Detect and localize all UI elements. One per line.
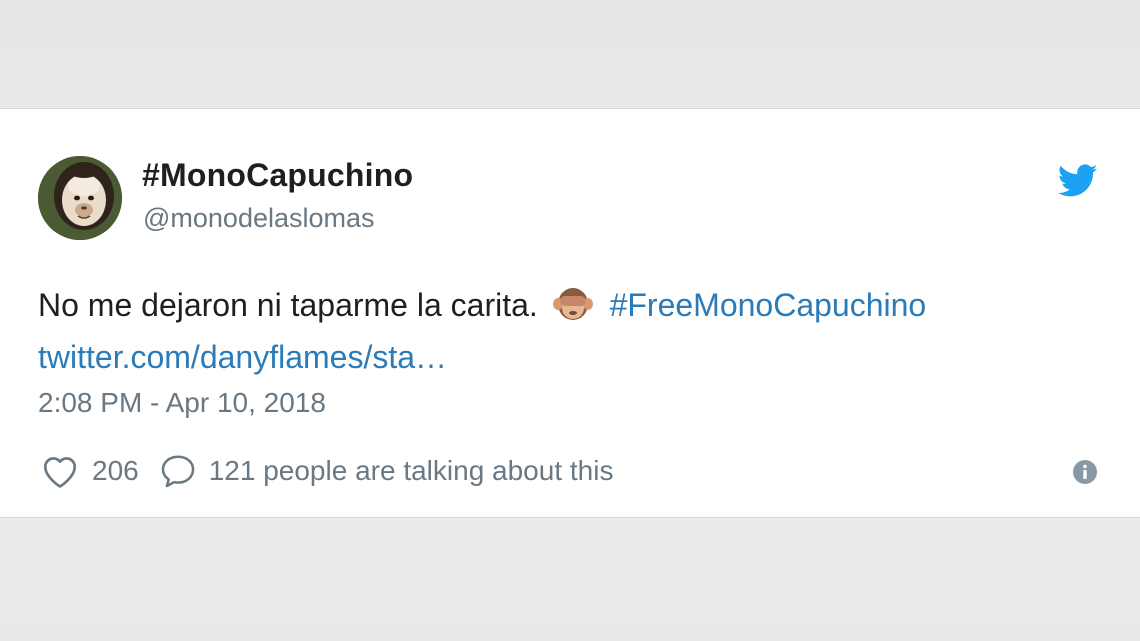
like-count: 206 bbox=[92, 455, 139, 486]
hashtag-link[interactable]: #FreeMonoCapuchino bbox=[610, 287, 927, 323]
like-button[interactable]: 206 bbox=[40, 453, 159, 489]
tweet-actions: 206 121 people are talking about this bbox=[40, 451, 613, 491]
tweet-timestamp[interactable]: 2:08 PM - Apr 10, 2018 bbox=[38, 387, 326, 419]
speech-bubble-icon bbox=[161, 455, 195, 488]
heart-icon bbox=[43, 457, 77, 488]
reply-button[interactable]: 121 people are talking about this bbox=[159, 453, 614, 489]
reply-count-text: 121 people are talking about this bbox=[208, 455, 614, 486]
see-no-evil-monkey-icon bbox=[551, 285, 595, 321]
twitter-bird-icon[interactable] bbox=[1057, 163, 1098, 199]
user-handle[interactable]: @monodelaslomas bbox=[143, 203, 375, 234]
tweet-url-link[interactable]: twitter.com/danyflames/sta… bbox=[38, 339, 447, 375]
avatar[interactable] bbox=[38, 156, 122, 240]
tweet-card[interactable]: #MonoCapuchino @monodelaslomas No me dej… bbox=[0, 108, 1140, 518]
tweet-text-main: No me dejaron ni taparme la carita. bbox=[38, 287, 538, 323]
info-icon[interactable] bbox=[1072, 459, 1098, 485]
display-name[interactable]: #MonoCapuchino bbox=[142, 157, 413, 194]
tweet-text: No me dejaron ni taparme la carita. #Fre… bbox=[38, 279, 1108, 383]
monkey-avatar-image bbox=[38, 156, 122, 240]
